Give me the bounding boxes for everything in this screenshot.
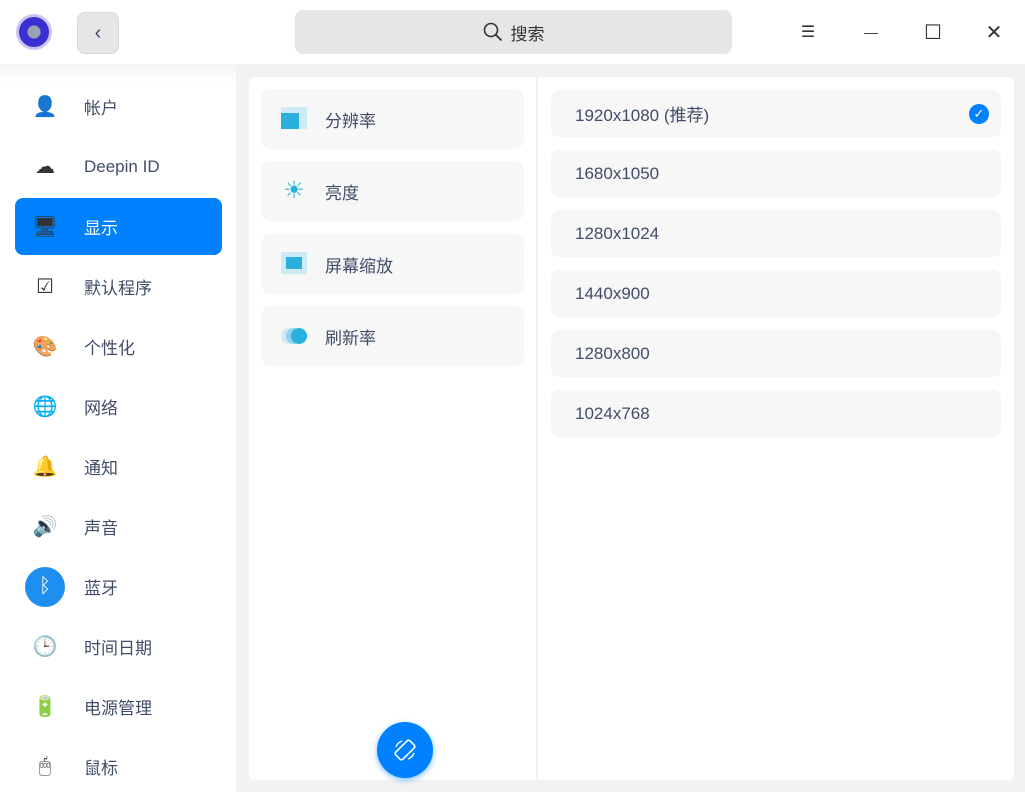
menu-label: 亮度 bbox=[325, 183, 359, 203]
sidebar-item-label: 时间日期 bbox=[84, 639, 152, 658]
menu-item-brightness[interactable]: ☀ 亮度 bbox=[261, 161, 524, 221]
refresh-rate-icon bbox=[281, 324, 307, 348]
sidebar-item[interactable]: 🎨 个性化 bbox=[15, 318, 222, 375]
checkmark-icon: ✓ bbox=[969, 104, 989, 124]
sidebar-item[interactable]: 🔊 声音 bbox=[15, 498, 222, 555]
menu-button[interactable]: ☰ bbox=[793, 16, 823, 48]
sidebar-item-label: 帐户 bbox=[84, 99, 118, 118]
mouse-icon: 🖱 bbox=[39, 755, 51, 777]
cloud-icon: ☁ bbox=[35, 156, 55, 178]
menu-label: 刷新率 bbox=[325, 328, 376, 348]
search-placeholder: 搜索 bbox=[510, 24, 545, 44]
menu-item-resolution[interactable]: 分辨率 bbox=[261, 89, 524, 149]
resolution-label: 1920x1080 (推荐) bbox=[575, 106, 710, 125]
app-logo-icon bbox=[16, 14, 52, 50]
menu-item-refresh-rate[interactable]: 刷新率 bbox=[261, 306, 524, 366]
resolution-option[interactable]: 1280x800 bbox=[551, 330, 1001, 377]
resolution-option[interactable]: 1280x1024 bbox=[551, 210, 1001, 257]
resolution-label: 1440x900 bbox=[575, 283, 650, 303]
sidebar-item-label: 通知 bbox=[84, 459, 118, 478]
sidebar-item[interactable]: 👤 帐户 bbox=[15, 78, 222, 135]
resolution-label: 1280x800 bbox=[575, 343, 650, 363]
sidebar-item[interactable]: 🕒 时间日期 bbox=[15, 618, 222, 675]
clock-icon: 🕒 bbox=[32, 636, 58, 658]
sidebar-item-label: 电源管理 bbox=[84, 699, 152, 718]
resolution-list-panel: 1920x1080 (推荐) ✓ 1680x1050 1280x1024 1440x90… bbox=[538, 77, 1014, 780]
sidebar-item[interactable]: ᛒ 蓝牙 bbox=[15, 558, 222, 615]
minimize-button[interactable]: — bbox=[856, 16, 886, 48]
scaling-icon bbox=[281, 252, 307, 276]
menu-item-scaling[interactable]: 屏幕缩放 bbox=[261, 234, 524, 294]
user-icon: 👤 bbox=[32, 96, 58, 118]
sidebar-item-label: 显示 bbox=[84, 219, 118, 238]
sidebar-item[interactable]: 🖥 显示 bbox=[15, 198, 222, 255]
maximize-button[interactable]: ☐ bbox=[918, 16, 948, 48]
close-button[interactable]: ✕ bbox=[979, 16, 1009, 48]
search-input[interactable]: 搜索 bbox=[295, 10, 732, 54]
sidebar-item[interactable]: 🔋 电源管理 bbox=[15, 678, 222, 735]
sidebar-item[interactable]: ☑ 默认程序 bbox=[15, 258, 222, 315]
sidebar-item[interactable]: 🔔 通知 bbox=[15, 438, 222, 495]
sidebar-item[interactable]: ☁ Deepin ID bbox=[15, 138, 222, 195]
search-icon bbox=[483, 22, 502, 42]
sidebar-item-label: 蓝牙 bbox=[84, 579, 118, 598]
battery-icon: 🔋 bbox=[32, 696, 58, 718]
display-icon: 🖥 bbox=[32, 216, 58, 238]
resolution-option[interactable]: 1440x900 bbox=[551, 270, 1001, 317]
resolution-label: 1280x1024 bbox=[575, 223, 660, 243]
default-apps-icon: ☑ bbox=[36, 276, 54, 298]
resolution-option[interactable]: 1920x1080 (推荐) ✓ bbox=[551, 90, 1001, 137]
back-button[interactable]: ‹ bbox=[77, 12, 119, 54]
content-area: 分辨率 ☀ 亮度 屏幕缩放 刷新率 1920x1080 (推荐) ✓ 1680x10… bbox=[236, 64, 1025, 792]
resolution-option[interactable]: 1680x1050 bbox=[551, 150, 1001, 197]
sidebar-item-label: 网络 bbox=[84, 399, 118, 418]
resolution-option[interactable]: 1024x768 bbox=[551, 390, 1001, 437]
sidebar: 👤 帐户 ☁ Deepin ID 🖥 显示 ☑ 默认程序 🎨 个性化 🌐 网络 🔔 通知 🔊 声音 ᛒ 蓝牙 🕒 时间… bbox=[0, 64, 236, 792]
sidebar-item-label: 默认程序 bbox=[84, 279, 152, 298]
brightness-icon: ☀ bbox=[283, 177, 305, 204]
sidebar-item-label: 个性化 bbox=[84, 339, 135, 358]
sidebar-item-label: 声音 bbox=[84, 519, 118, 538]
display-menu-panel: 分辨率 ☀ 亮度 屏幕缩放 刷新率 bbox=[249, 77, 536, 780]
rotate-screen-button[interactable] bbox=[377, 722, 433, 778]
resolution-label: 1024x768 bbox=[575, 403, 650, 423]
sidebar-item[interactable]: 🖱 鼠标 bbox=[15, 738, 222, 795]
sidebar-item-label: 鼠标 bbox=[84, 759, 118, 778]
resolution-icon bbox=[281, 107, 307, 131]
resolution-label: 1680x1050 bbox=[575, 163, 660, 183]
speaker-icon: 🔊 bbox=[32, 516, 58, 538]
bluetooth-icon: ᛒ bbox=[25, 566, 65, 607]
menu-label: 屏幕缩放 bbox=[325, 256, 393, 276]
network-icon: 🌐 bbox=[32, 396, 58, 418]
titlebar: ‹ 搜索 ☰ — ☐ ✕ bbox=[0, 0, 1025, 64]
bell-icon: 🔔 bbox=[32, 456, 58, 478]
menu-label: 分辨率 bbox=[325, 111, 376, 131]
rotate-icon bbox=[394, 739, 416, 761]
sidebar-item[interactable]: 🌐 网络 bbox=[15, 378, 222, 435]
sidebar-item-label: Deepin ID bbox=[84, 156, 160, 176]
palette-icon: 🎨 bbox=[32, 336, 58, 358]
